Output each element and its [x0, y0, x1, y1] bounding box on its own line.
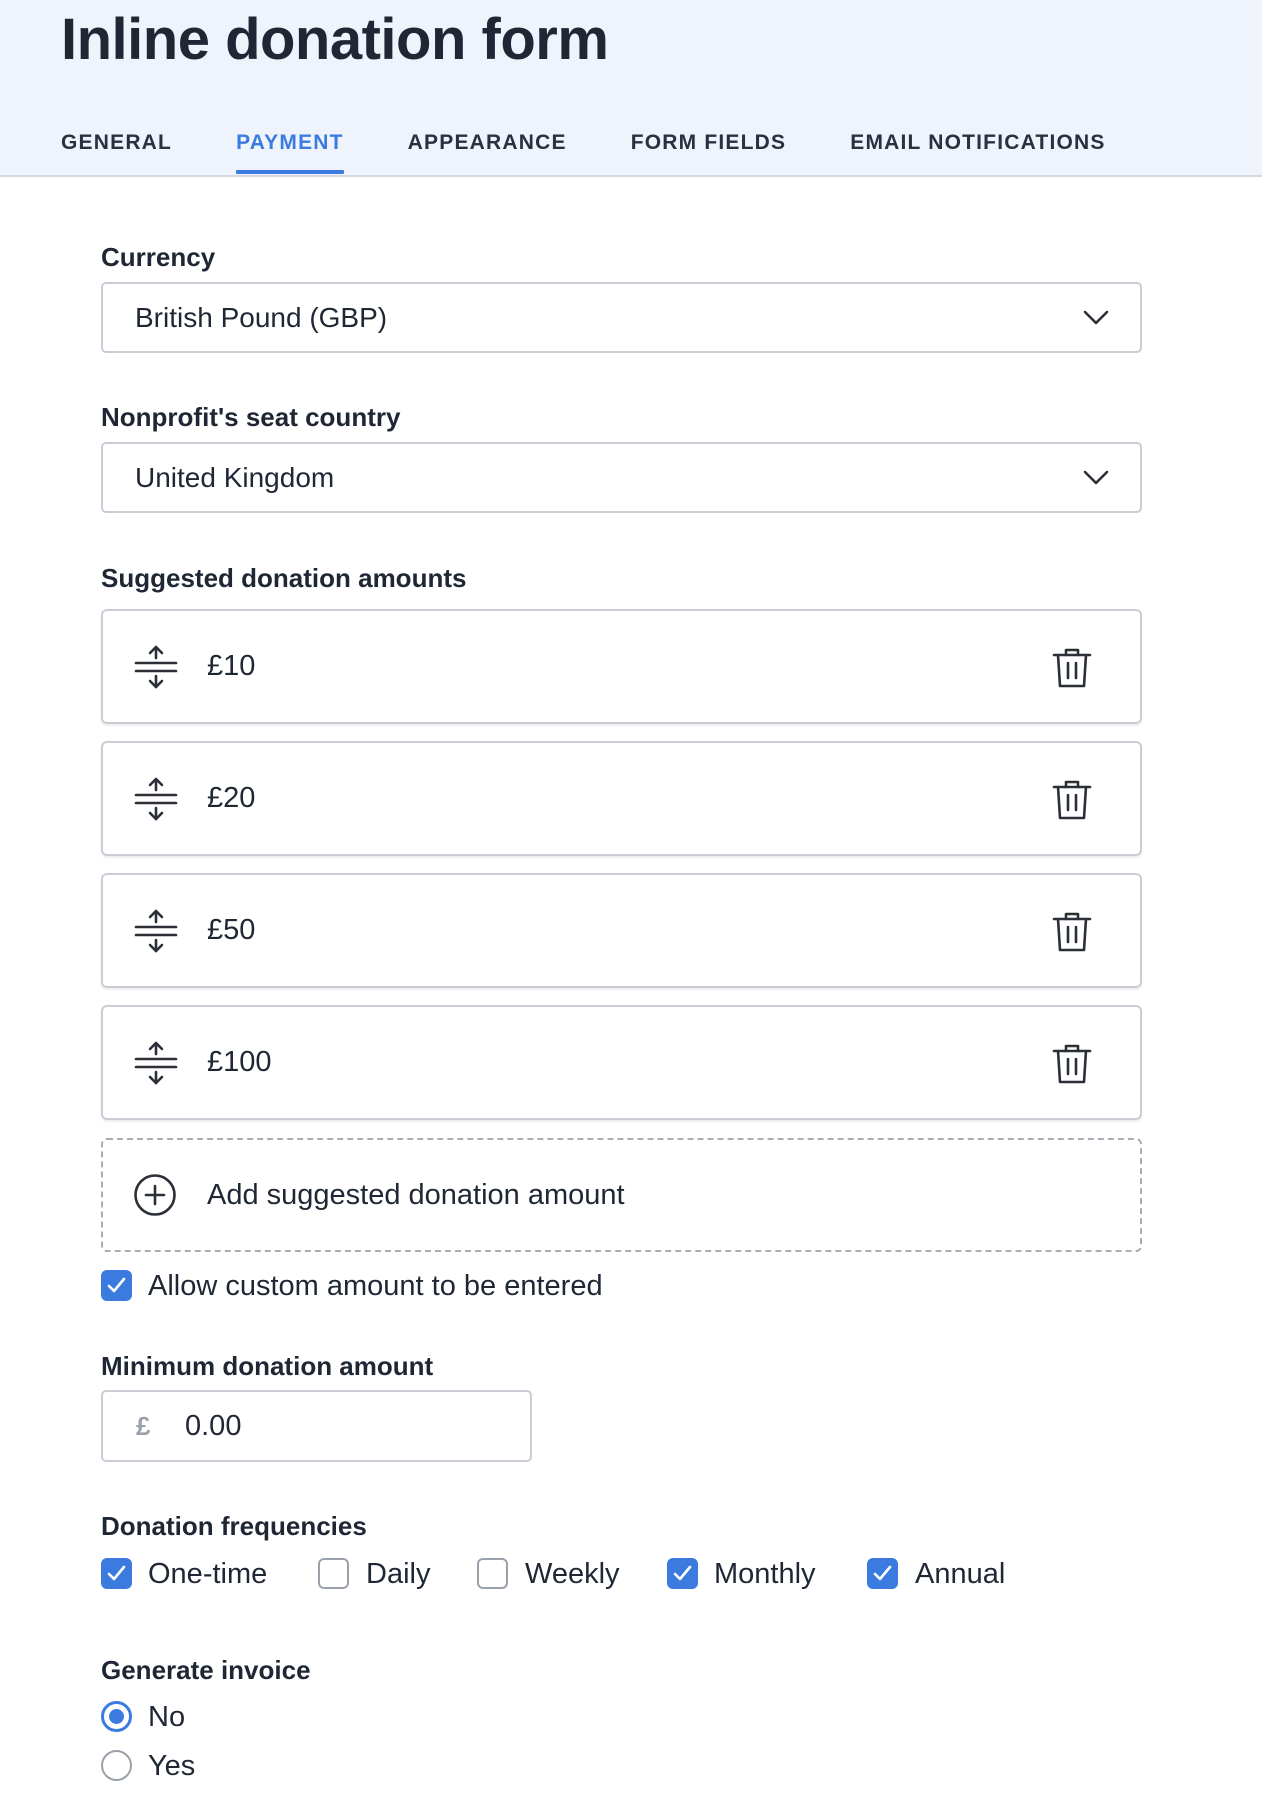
frequency-monthly-checkbox[interactable] — [667, 1558, 698, 1589]
frequency-annual-label[interactable]: Annual — [915, 1557, 1005, 1591]
tab-email-notifications[interactable]: EMAIL NOTIFICATIONS — [850, 128, 1105, 177]
minimum-amount-value[interactable]: 0.00 — [185, 1392, 241, 1460]
amount-value[interactable]: £100 — [207, 1007, 272, 1118]
frequency-daily-label[interactable]: Daily — [366, 1557, 430, 1591]
tab-bar: GENERAL PAYMENT APPEARANCE FORM FIELDS E… — [61, 128, 1170, 177]
currency-value: British Pound (GBP) — [135, 302, 388, 333]
amount-value[interactable]: £10 — [207, 611, 255, 722]
seat-country-value: United Kingdom — [135, 462, 335, 493]
chevron-down-icon — [1083, 470, 1109, 485]
checkmark-icon — [673, 1565, 692, 1581]
seat-country-label: Nonprofit's seat country — [101, 402, 401, 432]
frequency-annual-checkbox[interactable] — [867, 1558, 898, 1589]
drag-handle-icon[interactable] — [133, 908, 179, 954]
custom-amount-checkbox[interactable] — [101, 1270, 132, 1301]
page-header: Inline donation form GENERAL PAYMENT APP… — [0, 0, 1262, 177]
drag-handle-icon[interactable] — [133, 776, 179, 822]
drag-handle-icon[interactable] — [133, 644, 179, 690]
invoice-label: Generate invoice — [101, 1655, 311, 1685]
currency-symbol: £ — [136, 1411, 151, 1441]
plus-circle-icon — [134, 1174, 176, 1216]
invoice-no-label[interactable]: No — [148, 1700, 185, 1734]
drag-handle-icon[interactable] — [133, 1040, 179, 1086]
frequency-monthly-label[interactable]: Monthly — [714, 1557, 816, 1591]
minimum-amount-label: Minimum donation amount — [101, 1351, 434, 1381]
invoice-yes-label[interactable]: Yes — [148, 1749, 195, 1783]
trash-icon[interactable] — [1052, 1043, 1092, 1085]
suggested-amounts-label: Suggested donation amounts — [101, 563, 467, 593]
page-title: Inline donation form — [61, 7, 609, 72]
frequency-weekly-checkbox[interactable] — [477, 1558, 508, 1589]
trash-icon[interactable] — [1052, 647, 1092, 689]
add-suggested-amount-button[interactable]: Add suggested donation amount — [101, 1138, 1142, 1252]
frequency-one-time-label[interactable]: One-time — [148, 1557, 267, 1591]
frequencies-label: Donation frequencies — [101, 1511, 367, 1541]
amount-value[interactable]: £50 — [207, 875, 255, 986]
add-suggested-amount-label: Add suggested donation amount — [207, 1179, 625, 1211]
tab-form-fields[interactable]: FORM FIELDS — [631, 128, 787, 177]
invoice-yes-radio[interactable] — [101, 1750, 132, 1781]
amount-value[interactable]: £20 — [207, 743, 255, 854]
seat-country-select[interactable]: United Kingdom — [101, 442, 1142, 513]
frequency-weekly-label[interactable]: Weekly — [525, 1557, 620, 1591]
checkmark-icon — [107, 1565, 126, 1581]
suggested-amount-row[interactable]: £20 — [101, 741, 1142, 856]
tab-appearance[interactable]: APPEARANCE — [408, 128, 567, 177]
custom-amount-label[interactable]: Allow custom amount to be entered — [148, 1269, 603, 1303]
suggested-amount-row[interactable]: £10 — [101, 609, 1142, 724]
tab-payment[interactable]: PAYMENT — [236, 128, 344, 177]
checkmark-icon — [107, 1277, 126, 1293]
suggested-amount-row[interactable]: £50 — [101, 873, 1142, 988]
suggested-amount-row[interactable]: £100 — [101, 1005, 1142, 1120]
minimum-amount-input[interactable]: £ 0.00 — [101, 1390, 532, 1462]
tab-general[interactable]: GENERAL — [61, 128, 172, 177]
trash-icon[interactable] — [1052, 779, 1092, 821]
currency-label: Currency — [101, 242, 216, 272]
checkmark-icon — [873, 1565, 892, 1581]
trash-icon[interactable] — [1052, 911, 1092, 953]
frequency-daily-checkbox[interactable] — [318, 1558, 349, 1589]
frequency-one-time-checkbox[interactable] — [101, 1558, 132, 1589]
chevron-down-icon — [1083, 310, 1109, 325]
currency-select[interactable]: British Pound (GBP) — [101, 282, 1142, 353]
invoice-no-radio[interactable] — [101, 1701, 132, 1732]
